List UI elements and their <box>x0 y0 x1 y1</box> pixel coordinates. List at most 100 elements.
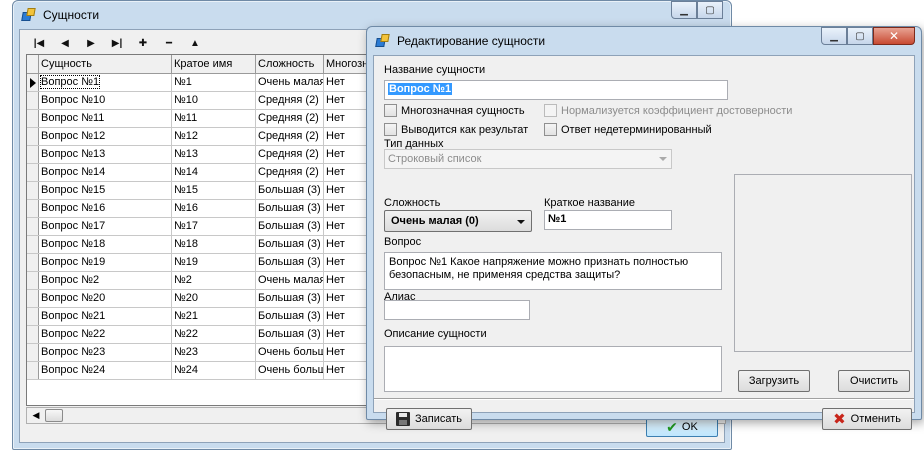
dialog-title: Редактирование сущности <box>397 34 546 48</box>
maximize-icon[interactable]: ▢ <box>847 27 873 45</box>
cell-complexity[interactable]: Средняя (2) <box>256 92 324 109</box>
close-icon[interactable]: ✕ <box>873 27 915 45</box>
cell-entity[interactable]: Вопрос №22 <box>39 326 172 343</box>
cell-complexity[interactable]: Средняя (2) <box>256 164 324 181</box>
clear-image-button[interactable]: Очистить <box>838 370 910 392</box>
alias-input[interactable] <box>384 300 530 320</box>
cell-text: Очень больш <box>258 346 324 358</box>
row-indicator <box>27 362 39 379</box>
load-image-button[interactable]: Загрузить <box>738 370 810 392</box>
column-header-complexity[interactable]: Сложность <box>256 55 324 73</box>
cell-entity[interactable]: Вопрос №18 <box>39 236 172 253</box>
cell-short-name[interactable]: №2 <box>172 272 256 289</box>
cell-complexity[interactable]: Очень малая <box>256 272 324 289</box>
ok-label: OK <box>681 421 698 433</box>
save-button[interactable]: Записать <box>386 408 472 430</box>
cell-short-name[interactable]: №1 <box>172 74 256 91</box>
scroll-thumb[interactable] <box>45 409 63 422</box>
column-header-short-name[interactable]: Кратое имя <box>172 55 256 73</box>
cell-text: №2 <box>174 274 192 286</box>
complexity-select[interactable]: Очень малая (0) <box>384 210 532 232</box>
cell-short-name[interactable]: №22 <box>172 326 256 343</box>
cell-complexity[interactable]: Очень малая <box>256 74 324 91</box>
cell-short-name[interactable]: №16 <box>172 200 256 217</box>
cell-text: Вопрос №14 <box>41 166 106 178</box>
cell-complexity[interactable]: Очень больш <box>256 362 324 379</box>
cell-text: №10 <box>174 94 199 106</box>
cell-text: Нет <box>326 238 345 250</box>
cell-complexity[interactable]: Большая (3) <box>256 254 324 271</box>
cell-short-name[interactable]: №15 <box>172 182 256 199</box>
entity-name-input[interactable]: Вопрос №1 <box>384 80 728 100</box>
cell-short-name[interactable]: №21 <box>172 308 256 325</box>
cell-complexity[interactable]: Большая (3) <box>256 290 324 307</box>
question-textarea[interactable]: Вопрос №1 Какое напряжение можно признат… <box>384 252 722 290</box>
cell-entity[interactable]: Вопрос №21 <box>39 308 172 325</box>
column-header-entity[interactable]: Сущность <box>39 55 172 73</box>
cell-short-name[interactable]: №11 <box>172 110 256 127</box>
row-indicator <box>27 272 39 289</box>
cell-entity[interactable]: Вопрос №23 <box>39 344 172 361</box>
cell-complexity[interactable]: Средняя (2) <box>256 128 324 145</box>
description-textarea[interactable] <box>384 346 722 392</box>
first-record-icon[interactable]: |◀ <box>26 34 52 52</box>
ok-button[interactable]: ✔ OK <box>646 417 718 437</box>
cell-complexity[interactable]: Средняя (2) <box>256 146 324 163</box>
cell-complexity[interactable]: Большая (3) <box>256 182 324 199</box>
row-indicator <box>27 146 39 163</box>
cell-short-name[interactable]: №19 <box>172 254 256 271</box>
minimize-icon[interactable]: ▁ <box>821 27 847 45</box>
cell-entity[interactable]: Вопрос №1 <box>39 74 172 91</box>
cell-entity[interactable]: Вопрос №13 <box>39 146 172 163</box>
cell-complexity[interactable]: Большая (3) <box>256 200 324 217</box>
cell-complexity[interactable]: Очень больш <box>256 344 324 361</box>
cell-complexity[interactable]: Большая (3) <box>256 308 324 325</box>
cell-short-name[interactable]: №13 <box>172 146 256 163</box>
cell-entity[interactable]: Вопрос №24 <box>39 362 172 379</box>
cell-complexity[interactable]: Большая (3) <box>256 218 324 235</box>
cell-complexity[interactable]: Большая (3) <box>256 326 324 343</box>
save-label: Записать <box>414 413 462 425</box>
nondetermined-answer-checkbox[interactable]: Ответ недетерминированный <box>544 123 712 136</box>
cell-entity[interactable]: Вопрос №11 <box>39 110 172 127</box>
cell-short-name[interactable]: №17 <box>172 218 256 235</box>
output-as-result-checkbox[interactable]: Выводится как результат <box>384 123 528 136</box>
cell-short-name[interactable]: №10 <box>172 92 256 109</box>
cell-short-name[interactable]: №24 <box>172 362 256 379</box>
cell-short-name[interactable]: №18 <box>172 236 256 253</box>
normalized-coef-checkbox[interactable]: Нормализуется коэффициент достоверности <box>544 104 792 117</box>
minimize-icon[interactable]: ▁ <box>671 1 697 19</box>
cell-complexity[interactable]: Средняя (2) <box>256 110 324 127</box>
cell-short-name[interactable]: №20 <box>172 290 256 307</box>
maximize-icon[interactable]: ▢ <box>697 1 723 19</box>
multivalued-checkbox[interactable]: Многозначная сущность <box>384 104 525 117</box>
dialog-titlebar[interactable]: Редактирование сущности ▁ ▢ ✕ <box>367 27 921 55</box>
cell-entity[interactable]: Вопрос №12 <box>39 128 172 145</box>
cell-complexity[interactable]: Большая (3) <box>256 236 324 253</box>
cell-entity[interactable]: Вопрос №19 <box>39 254 172 271</box>
last-record-icon[interactable]: ▶| <box>104 34 130 52</box>
cell-entity[interactable]: Вопрос №10 <box>39 92 172 109</box>
data-type-select[interactable]: Строковый список <box>384 149 672 169</box>
cell-text: Вопрос №17 <box>41 220 106 232</box>
cell-text: Нет <box>326 292 345 304</box>
next-record-icon[interactable]: ▶ <box>78 34 104 52</box>
cell-entity[interactable]: Вопрос №20 <box>39 290 172 307</box>
window-title: Сущности <box>43 8 100 22</box>
entities-titlebar[interactable]: Сущности ▁ ▢ <box>13 1 731 29</box>
cell-short-name[interactable]: №23 <box>172 344 256 361</box>
edit-record-icon[interactable]: ▲ <box>182 34 208 52</box>
cell-entity[interactable]: Вопрос №15 <box>39 182 172 199</box>
prev-record-icon[interactable]: ◀ <box>52 34 78 52</box>
short-name-input[interactable]: №1 <box>544 210 672 230</box>
scroll-left-icon[interactable]: ◀ <box>29 409 43 422</box>
cancel-button[interactable]: ✖ Отменить <box>822 408 912 430</box>
cell-entity[interactable]: Вопрос №14 <box>39 164 172 181</box>
cell-entity[interactable]: Вопрос №17 <box>39 218 172 235</box>
add-record-icon[interactable]: ✚ <box>130 34 156 52</box>
cell-entity[interactable]: Вопрос №2 <box>39 272 172 289</box>
cell-short-name[interactable]: №12 <box>172 128 256 145</box>
delete-record-icon[interactable]: ━ <box>156 34 182 52</box>
cell-short-name[interactable]: №14 <box>172 164 256 181</box>
cell-entity[interactable]: Вопрос №16 <box>39 200 172 217</box>
